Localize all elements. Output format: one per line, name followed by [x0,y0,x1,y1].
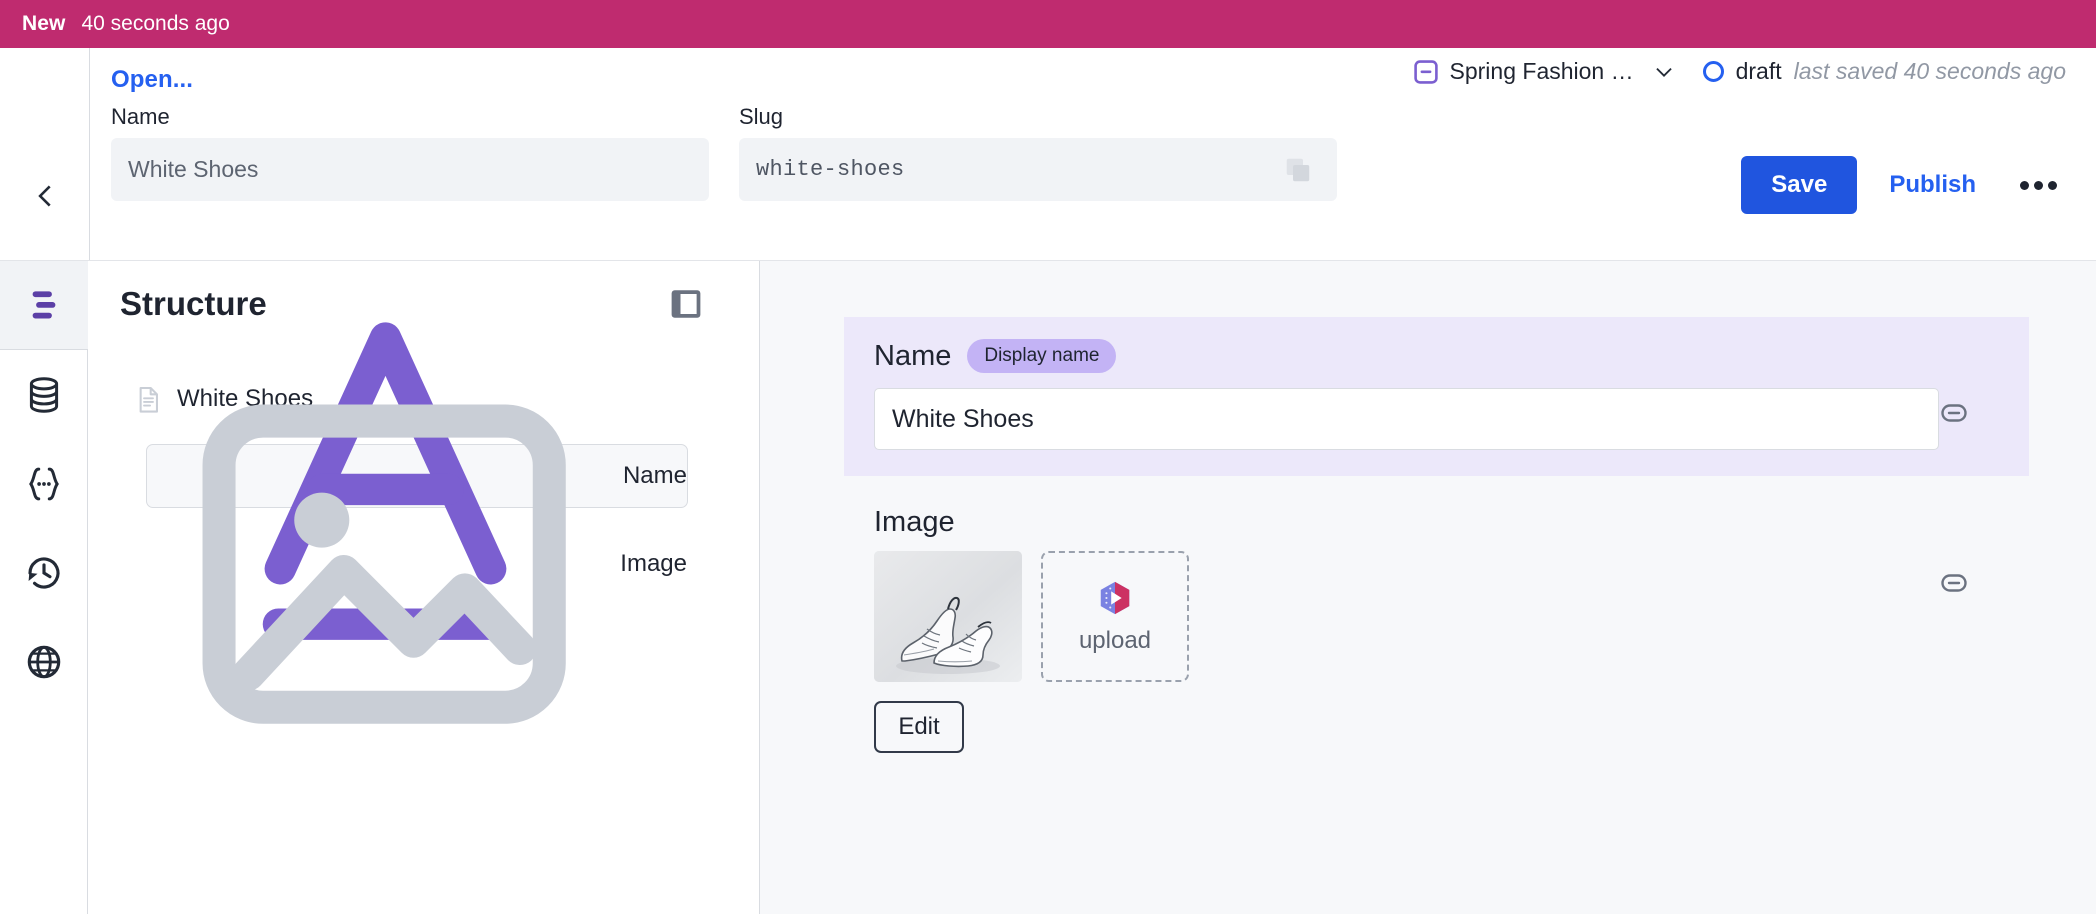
release-icon [1413,59,1438,84]
document-header: Open... Name White Shoes Slug white-shoe… [0,48,2096,261]
image-field-label: Image [874,506,955,538]
status-label: draft [1735,58,1782,84]
slug-input-value: white-shoes [756,157,905,182]
edit-image-button[interactable]: Edit [874,701,964,753]
image-thumbnail[interactable] [874,551,1022,682]
release-selector[interactable]: Spring Fashion … [1413,58,1675,85]
collapse-marker-icon[interactable] [1941,573,1967,593]
sidebar-item-inspect-json[interactable] [0,439,88,528]
upload-dropzone[interactable]: upload [1041,551,1189,682]
name-field-group: Name Display name White Shoes [844,317,2029,476]
sidebar-item-web-preview[interactable] [0,617,88,706]
slug-field-label: Slug [739,104,784,129]
document-status: draft last saved 40 seconds ago [1702,58,2066,85]
copy-icon[interactable] [1283,155,1313,185]
upload-label: upload [1078,626,1152,654]
globe-icon [27,645,60,678]
release-name: Spring Fashion … [1449,58,1634,84]
white-sneakers-image [874,551,1022,682]
name-text-input[interactable]: White Shoes [874,388,1939,450]
database-icon [29,376,58,413]
structure-panel: Structure White Shoes Name Image [88,261,760,914]
panel-toggle-icon[interactable] [671,289,701,319]
last-saved-label: last saved 40 seconds ago [1793,58,2066,84]
studio-window: New 40 seconds ago Open... Name White Sh… [0,0,2096,914]
sidebar-item-structure[interactable] [0,261,88,350]
sidebar-item-revision-history[interactable] [0,528,88,617]
open-link[interactable]: Open... [111,66,193,94]
banner-status-label: New [22,12,66,35]
header-meta: Spring Fashion … draft last saved 40 sec… [1413,58,2066,85]
name-field-label: Name [111,104,170,129]
dot [2047,180,2057,190]
tool-rail [0,261,88,914]
name-input[interactable]: White Shoes [111,138,709,201]
image-row: upload [874,551,2029,682]
header-body: Open... Name White Shoes Slug white-shoe… [90,48,2096,260]
main-area: Structure White Shoes Name Image Name Di… [0,261,2096,914]
tree-item-label: Name [622,462,687,489]
json-braces-icon [28,467,59,500]
image-field-icon [202,404,566,724]
save-button[interactable]: Save [1741,156,1858,214]
image-field-group: Image upload Edit [844,506,2029,753]
document-icon [139,386,158,413]
circle-outline-icon [1702,61,1724,82]
banner-timestamp: 40 seconds ago [81,12,230,35]
structure-menu-icon [32,291,55,319]
document-tree: White Shoes Name Image [120,321,729,724]
back-column [0,48,90,260]
name-field-header: Name Display name [874,339,2029,373]
sidebar-item-content-lake[interactable] [0,350,88,439]
document-form: Name Display name White Shoes Image uplo… [760,261,2096,914]
publish-button[interactable]: Publish [1875,156,1990,214]
collapse-marker-icon[interactable] [1941,403,1967,423]
more-options-icon[interactable] [2008,156,2068,214]
tree-item-label: Image [620,550,687,577]
form-inner: Name Display name White Shoes Image uplo… [844,317,2029,753]
new-document-banner: New 40 seconds ago [0,0,2096,48]
header-actions: Save Publish [1741,156,2068,214]
dot [2033,180,2043,190]
uploadcare-logo-icon [1100,581,1130,614]
dot [2019,180,2029,190]
name-input-value: White Shoes [128,156,259,182]
slug-field-block: Slug white-shoes [739,104,1337,201]
history-clock-icon [27,556,60,589]
chevron-down-icon[interactable] [1653,61,1675,83]
name-text-value: White Shoes [892,404,1034,433]
display-name-badge: Display name [967,339,1117,373]
slug-input[interactable]: white-shoes [739,138,1337,201]
name-field-block: Name White Shoes [111,104,709,201]
chevron-left-icon[interactable] [32,183,58,209]
name-field-label: Name [874,339,952,372]
